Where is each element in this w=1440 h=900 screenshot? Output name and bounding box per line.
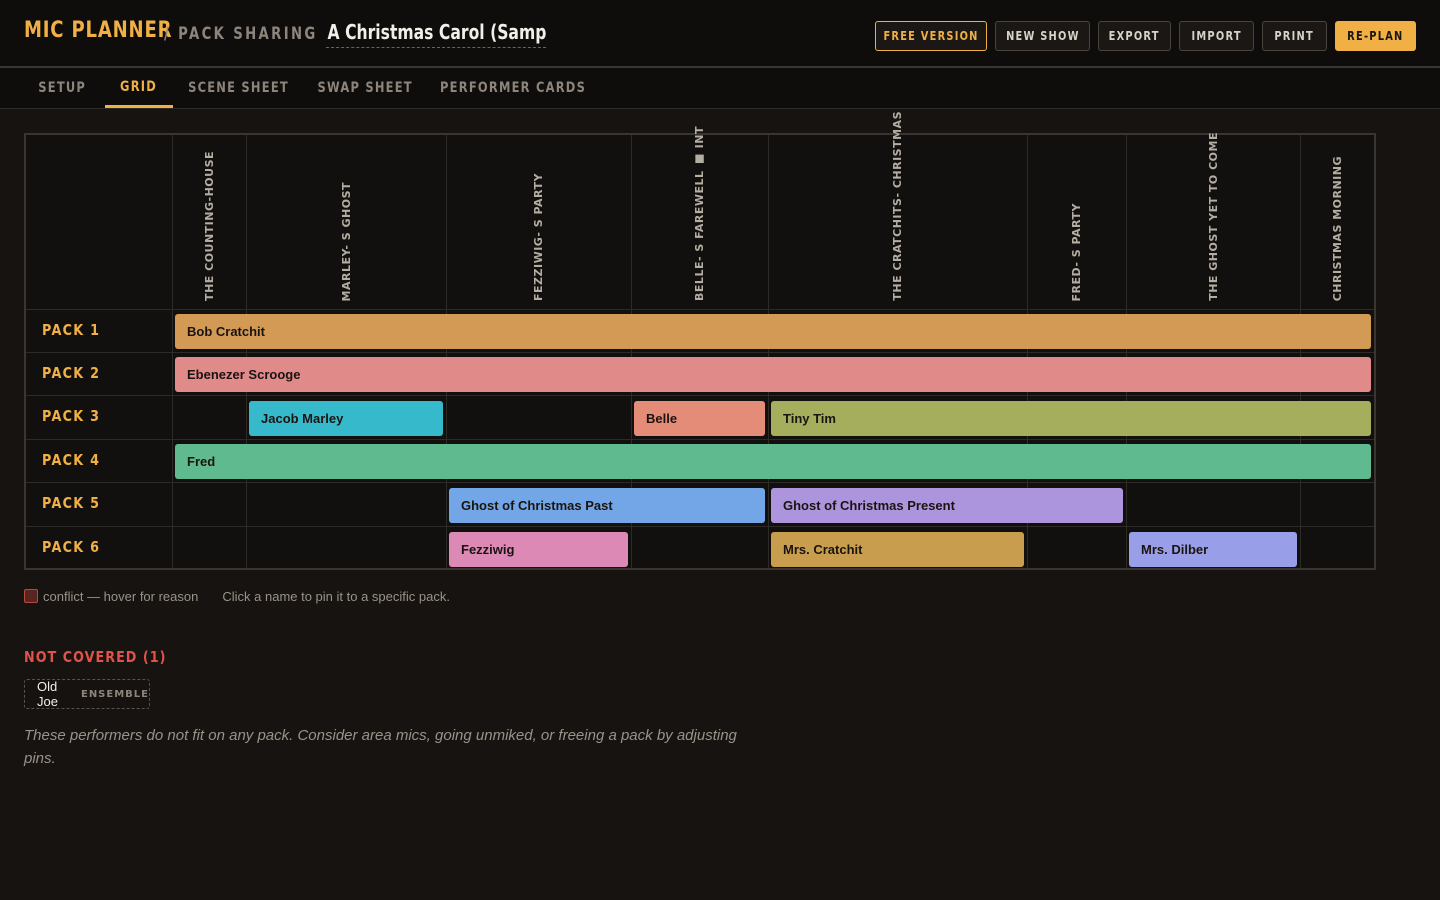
performer-assignment-bar[interactable]: Mrs. Cratchit [771,531,1024,567]
scene-label: FRED- S PARTY [1070,202,1083,302]
replan-button[interactable]: RE-PLAN [1335,21,1416,51]
performer-tag: ENSEMBLE [80,688,149,700]
pack-row-label: PACK 5 [42,494,101,512]
performer-assignment-bar[interactable]: Ebenezer Scrooge [175,357,1371,392]
scene-label: BELLE- S FAREWELL ■ INT [693,126,706,301]
performer-name: Old Joe [37,679,58,709]
conflict-swatch [24,589,38,603]
import-button[interactable]: IMPORT [1179,21,1254,51]
grid-row-divider [26,526,1374,527]
grid-row-divider [26,439,1374,440]
performer-assignment-bar[interactable]: Bob Cratchit [175,314,1371,349]
not-covered-note: These performers do not fit on any pack.… [24,727,737,767]
show-title-text: A Christmas Carol (Sample) [327,20,546,44]
new-show-button[interactable]: NEW SHOW [995,21,1090,51]
scene-column-header: FEZZIWIG- S PARTY [446,135,631,309]
performer-assignment-bar[interactable]: Tiny Tim [771,400,1371,436]
grid-row-divider [26,395,1374,396]
scene-column-header: THE CRATCHITS- CHRISTMAS [768,111,1027,309]
grid-row-divider [26,482,1374,483]
app-header: MIC PLANNER / PACK SHARING A Christmas C… [0,0,1440,68]
performer-assignment-bar[interactable]: Ghost of Christmas Past [449,487,765,523]
pack-row-label: PACK 6 [42,538,101,556]
scene-label: THE CRATCHITS- CHRISTMAS [891,111,904,301]
export-button[interactable]: EXPORT [1098,21,1171,51]
scene-column-header: THE GHOST YET TO COME [1126,132,1300,309]
scene-column-header: MARLEY- S GHOST [246,135,446,309]
scene-label: THE GHOST YET TO COME [1206,132,1220,301]
pack-row-label: PACK 2 [42,363,101,382]
grid-row-divider [26,352,1374,353]
scene-label: CHRISTMAS MORNING [1330,155,1344,301]
scene-label: THE COUNTING-HOUSE [202,151,216,301]
scene-column-header: THE COUNTING-HOUSE [172,135,246,309]
scene-column-header: CHRISTMAS MORNING [1300,135,1374,309]
tab-bar: SETUP GRID SCENE SHEET SWAP SHEET PERFOR… [0,68,1440,109]
scene-label: MARLEY- S GHOST [339,181,353,301]
app-subtitle: / PACK SHARING [164,24,318,44]
conflict-legend-text: conflict — hover for reason [43,588,199,604]
tab-swap-sheet[interactable]: SWAP SHEET [305,68,426,108]
performer-assignment-bar[interactable]: Mrs. Dilber [1129,531,1297,567]
pack-grid: THE COUNTING-HOUSE MARLEY- S GHOST FEZZIWI… [24,111,1376,570]
print-button[interactable]: PRINT [1262,21,1327,51]
scene-column-header: FRED- S PARTY [1027,135,1126,309]
app-brand: MIC PLANNER [24,18,173,43]
grid-row-divider [26,309,1374,310]
show-title-input[interactable]: A Christmas Carol (Sample) [326,18,546,48]
uncovered-performer-chip[interactable]: Old Joe ENSEMBLE [24,679,150,709]
performer-assignment-bar[interactable]: Fezziwig [449,531,628,567]
tab-grid[interactable]: GRID [105,68,173,108]
pack-row-label: PACK 4 [42,450,101,469]
pack-row-label: PACK 1 [42,320,101,339]
tab-scene-sheet[interactable]: SCENE SHEET [178,68,299,108]
tab-setup[interactable]: SETUP [24,68,100,108]
scene-label: FEZZIWIG- S PARTY [532,173,545,301]
pin-hint-text: Click a name to pin it to a specific pac… [222,588,450,604]
performer-assignment-bar[interactable]: Belle [634,400,765,436]
scene-column-header: BELLE- S FAREWELL ■ INT [631,126,768,309]
performer-assignment-bar[interactable]: Ghost of Christmas Present [771,487,1123,523]
pack-row-label: PACK 3 [42,407,101,425]
performer-assignment-bar[interactable]: Fred [175,444,1371,479]
performer-assignment-bar[interactable]: Jacob Marley [249,400,443,436]
grid-legend: conflict — hover for reason Click a name… [24,588,450,604]
free-version-button[interactable]: FREE VERSION [875,21,987,51]
tab-performer-cards[interactable]: PERFORMER CARDS [432,68,594,108]
not-covered-title: NOT COVERED (1) [24,648,167,666]
